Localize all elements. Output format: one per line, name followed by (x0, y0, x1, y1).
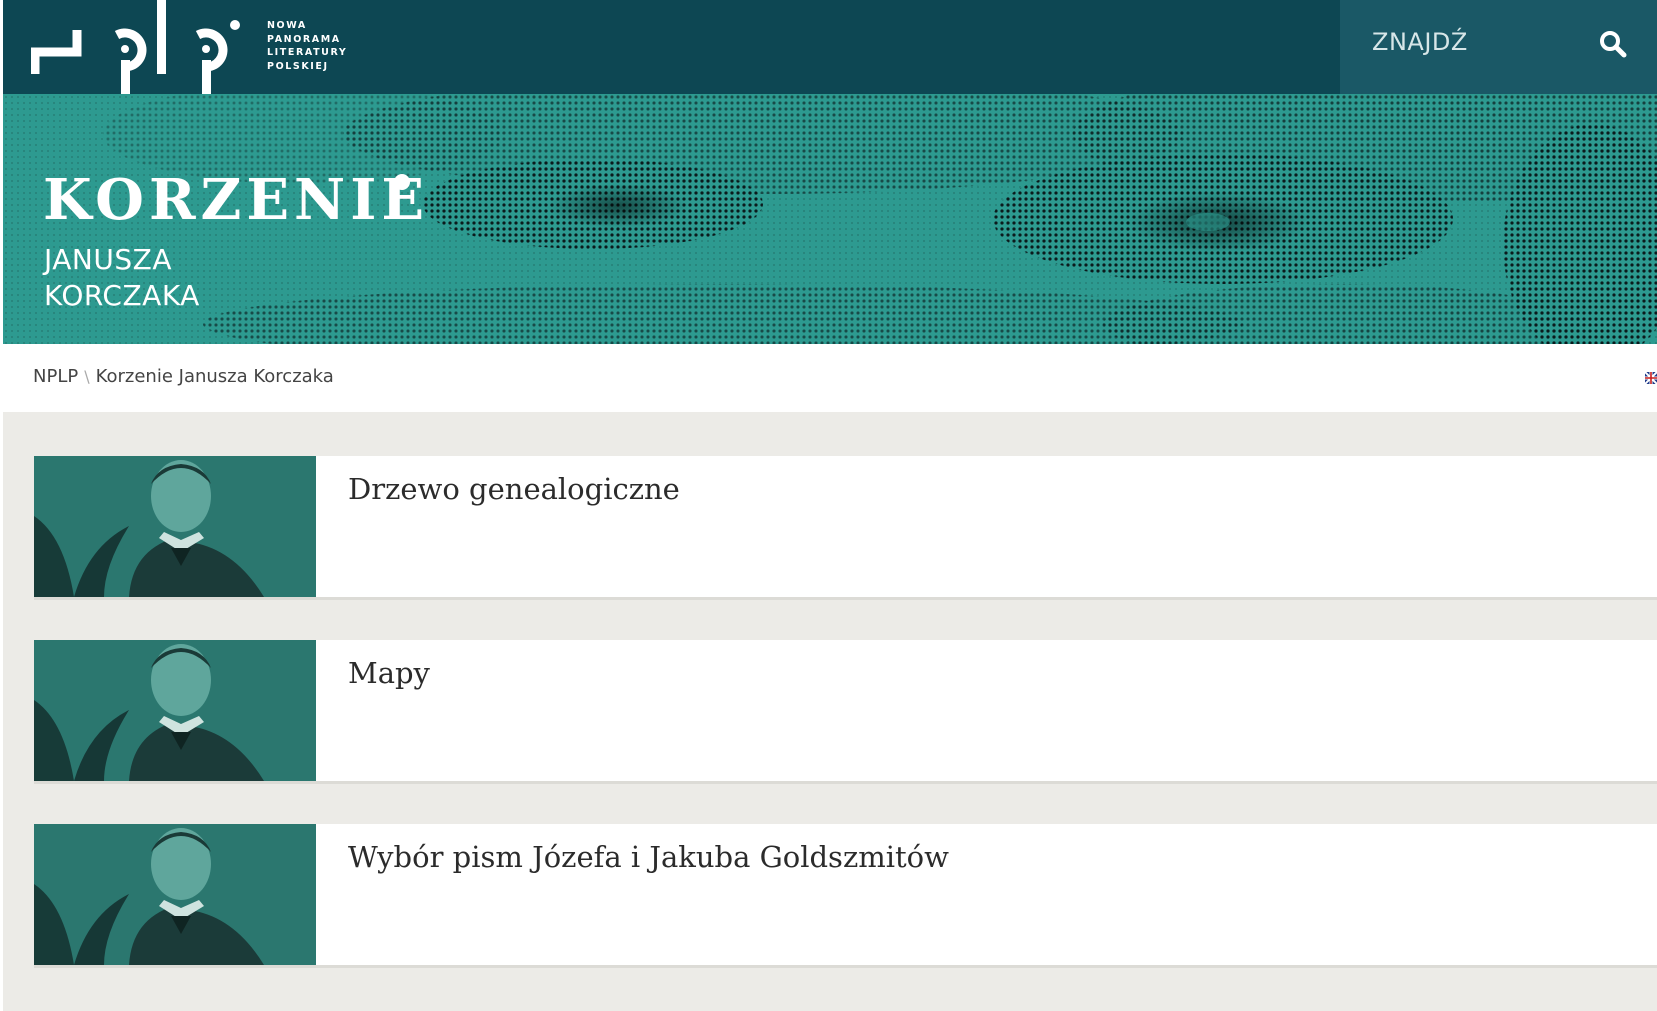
breadcrumb-current[interactable]: Korzenie Janusza Korczaka (96, 366, 334, 387)
page: NOWA PANORAMA LITERATURY POLSKIEJ ZNAJDŹ (3, 0, 1657, 1011)
list-item-title[interactable]: Wybór pism Józefa i Jakuba Goldszmitów (348, 840, 949, 874)
top-navbar: NOWA PANORAMA LITERATURY POLSKIEJ ZNAJDŹ (3, 0, 1657, 94)
breadcrumb-bar: NPLP \ Korzenie Janusza Korczaka (3, 344, 1657, 412)
banner-subtitle-line: JANUSZA (44, 243, 172, 276)
banner-subtitle-line: KORCZAKA (44, 279, 200, 312)
thumbnail-image (34, 640, 316, 781)
search-button[interactable]: ZNAJDŹ (1340, 0, 1657, 94)
breadcrumb: NPLP \ Korzenie Janusza Korczaka (33, 366, 334, 387)
banner-title: KORZENIE (43, 167, 430, 233)
logo-line: LITERATURY (267, 47, 348, 58)
banner-dot (394, 174, 410, 190)
list-item[interactable]: Drzewo genealogiczne (34, 456, 1657, 597)
uk-flag-icon[interactable] (1645, 372, 1657, 384)
logo-line: POLSKIEJ (267, 60, 329, 72)
list-item[interactable]: Mapy (34, 640, 1657, 781)
site-logo[interactable]: NOWA PANORAMA LITERATURY POLSKIEJ (31, 0, 351, 94)
thumbnail-image (34, 824, 316, 965)
thumbnail-image (34, 456, 316, 597)
list-item[interactable]: Wybór pism Józefa i Jakuba Goldszmitów (34, 824, 1657, 965)
search-icon[interactable] (1598, 29, 1628, 59)
search-label: ZNAJDŹ (1372, 28, 1468, 56)
logo-line: NOWA (267, 20, 307, 31)
list-item-title[interactable]: Mapy (348, 656, 430, 690)
nplp-logo-mark (31, 0, 240, 94)
banner-subtitle: JANUSZA KORCZAKA (44, 242, 200, 314)
hero-banner: KORZENIE JANUSZA KORCZAKA (3, 94, 1657, 344)
portrait-thumbnail-image (34, 640, 316, 781)
portrait-thumbnail-image (34, 824, 316, 965)
logo-text: NOWA PANORAMA LITERATURY POLSKIEJ (267, 19, 347, 73)
breadcrumb-separator: \ (84, 367, 90, 386)
logo-line: PANORAMA (267, 33, 341, 45)
portrait-thumbnail-image (34, 456, 316, 597)
list-item-title[interactable]: Drzewo genealogiczne (348, 472, 680, 506)
breadcrumb-home-link[interactable]: NPLP (33, 366, 78, 387)
